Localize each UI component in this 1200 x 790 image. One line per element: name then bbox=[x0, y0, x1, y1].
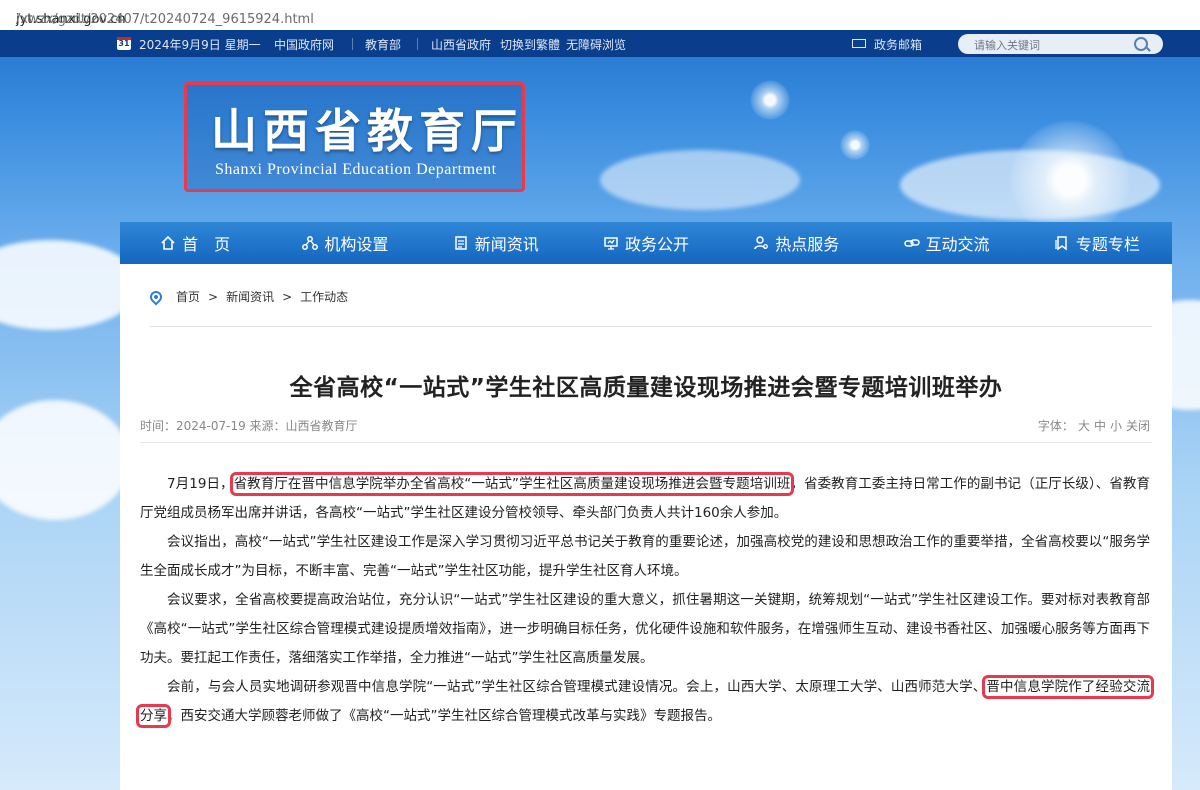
nav-label: 机构设置 bbox=[324, 235, 389, 254]
cloud-decoration bbox=[0, 240, 140, 330]
nav-label: 政务公开 bbox=[624, 235, 689, 254]
link-mail[interactable]: 政务邮箱 bbox=[874, 36, 922, 53]
text: ，西安交通大学顾蓉老师做了《高校“一站式”学生社区综合管理模式改革与实践》专题报… bbox=[167, 708, 721, 724]
link-accessibility[interactable]: 无障碍浏览 bbox=[566, 36, 626, 53]
breadcrumb-home[interactable]: 首页 bbox=[176, 288, 200, 305]
logo-english: Shanxi Provincial Education Department bbox=[215, 161, 497, 178]
paragraph: 会议要求，全省高校要提高政治站位，充分认识“一站式”学生社区建设的重大意义，抓住… bbox=[140, 592, 1150, 666]
font-medium-button[interactable]: 中 bbox=[1094, 419, 1106, 433]
content-panel: 首页 > 新闻资讯 > 工作动态 全省高校“一站式”学生社区高质量建设现场推进会… bbox=[120, 264, 1172, 790]
nav-news[interactable]: 新闻资讯 bbox=[421, 222, 571, 264]
font-large-button[interactable]: 大 bbox=[1078, 419, 1090, 433]
search-icon[interactable] bbox=[1134, 37, 1148, 51]
user-icon bbox=[753, 235, 769, 251]
breadcrumb: 首页 > 新闻资讯 > 工作动态 bbox=[147, 288, 348, 305]
nav-label: 首 页 bbox=[182, 235, 231, 254]
text: 7月19日， bbox=[167, 476, 234, 492]
calendar-icon: 31 bbox=[117, 37, 131, 50]
address-bar[interactable]: jyt.shanxi.gov.cn/xwzx/gzdt/202407/t2024… bbox=[0, 0, 1200, 31]
link-gov-cn[interactable]: 中国政府网 bbox=[274, 36, 334, 53]
article-body: 7月19日，省教育厅在晋中信息学院举办全省高校“一站式”学生社区高质量建设现场推… bbox=[136, 470, 1154, 731]
nav-interaction[interactable]: 互动交流 bbox=[871, 222, 1021, 264]
link-shanxi-gov[interactable]: 山西省政府 bbox=[431, 36, 491, 53]
nav-label: 新闻资讯 bbox=[474, 235, 539, 254]
screen-icon bbox=[603, 235, 619, 251]
divider bbox=[352, 38, 353, 50]
divider bbox=[150, 326, 1152, 327]
bookmark-icon bbox=[1054, 235, 1070, 251]
logo-chinese: 山西省教育厅 bbox=[211, 104, 523, 158]
nav-special[interactable]: 专题专栏 bbox=[1022, 222, 1172, 264]
cloud-decoration bbox=[600, 150, 800, 210]
link-icon bbox=[903, 235, 920, 251]
current-date: 2024年9月9日 星期一 bbox=[139, 38, 261, 52]
dandelion-decoration bbox=[750, 80, 790, 120]
paragraph: 会前，与会人员实地调研参观晋中信息学院“一站式”学生社区综合管理模式建设情况。会… bbox=[136, 673, 1154, 731]
mail-icon bbox=[852, 39, 866, 48]
document-icon bbox=[453, 235, 469, 251]
org-icon bbox=[302, 235, 319, 251]
font-size-control: 字体： 大中小关闭 bbox=[1038, 417, 1150, 434]
article-meta: 时间：2024-07-19 来源：山西省教育厅 bbox=[140, 419, 358, 433]
link-traditional[interactable]: 切换到繁體 bbox=[500, 36, 560, 53]
highlighted-text: 省教育厅在晋中信息学院举办全省高校“一站式”学生社区高质量建设现场推进会暨专题培… bbox=[229, 472, 795, 496]
font-close-button[interactable]: 关闭 bbox=[1126, 419, 1150, 433]
site-logo[interactable]: 山西省教育厅 Shanxi Provincial Education Depar… bbox=[184, 82, 525, 192]
divider bbox=[417, 38, 418, 50]
location-pin-icon bbox=[147, 288, 165, 305]
paragraph: 会议指出，高校“一站式”学生社区建设工作是深入学习贯彻习近平总书记关于教育的重要… bbox=[140, 534, 1150, 579]
home-icon bbox=[160, 235, 176, 251]
font-small-button[interactable]: 小 bbox=[1110, 419, 1122, 433]
paragraph: 7月19日，省教育厅在晋中信息学院举办全省高校“一站式”学生社区高质量建设现场推… bbox=[140, 470, 1150, 528]
font-label: 字体： bbox=[1037, 419, 1074, 433]
main-nav: 首 页 机构设置 新闻资讯 政务公开 热点服务 互动交流 专题专栏 bbox=[120, 222, 1172, 264]
cloud-decoration bbox=[0, 400, 130, 520]
nav-label: 热点服务 bbox=[775, 235, 840, 254]
article-title: 全省高校“一站式”学生社区高质量建设现场推进会暨专题培训班举办 bbox=[289, 375, 1003, 401]
breadcrumb-separator: > bbox=[208, 289, 219, 304]
breadcrumb-separator: > bbox=[282, 289, 293, 304]
dandelion-decoration bbox=[840, 130, 870, 160]
search-input[interactable] bbox=[972, 36, 1126, 54]
link-moe[interactable]: 教育部 bbox=[365, 36, 401, 53]
nav-hot-service[interactable]: 热点服务 bbox=[721, 222, 871, 264]
divider bbox=[140, 442, 1152, 443]
nav-home[interactable]: 首 页 bbox=[120, 222, 270, 264]
text: 会前，与会人员实地调研参观晋中信息学院“一站式”学生社区综合管理模式建设情况。会… bbox=[167, 679, 987, 695]
nav-gov-affairs[interactable]: 政务公开 bbox=[571, 222, 721, 264]
nav-label: 专题专栏 bbox=[1075, 235, 1140, 254]
url-path: /xwzx/gzdt/202407/t20240724_9615924.html bbox=[16, 12, 314, 27]
breadcrumb-news[interactable]: 新闻资讯 bbox=[226, 288, 274, 305]
breadcrumb-work-updates[interactable]: 工作动态 bbox=[300, 288, 348, 305]
nav-label: 互动交流 bbox=[925, 235, 990, 254]
nav-org[interactable]: 机构设置 bbox=[270, 222, 420, 264]
search-box bbox=[958, 34, 1163, 54]
